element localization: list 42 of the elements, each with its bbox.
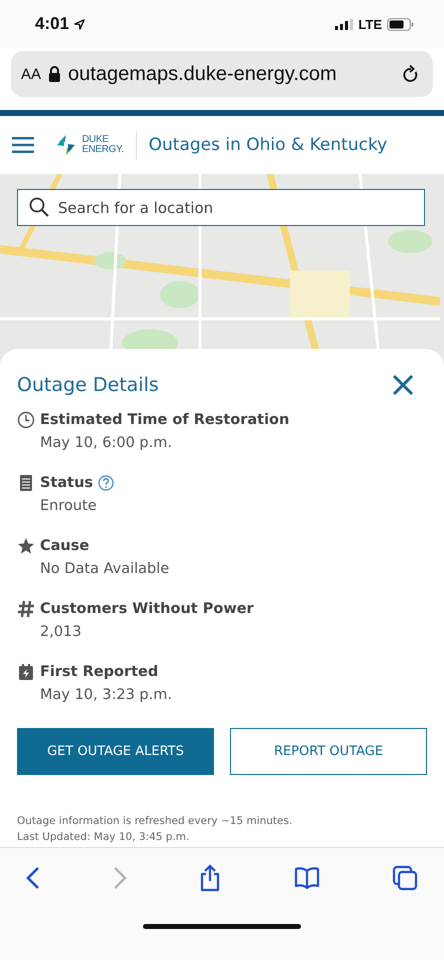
page-title: Outages in Ohio & Kentucky — [148, 135, 388, 155]
detail-label: Status — [40, 475, 94, 491]
detail-value: May 10, 3:23 p.m. — [39, 687, 173, 703]
clock-icon — [17, 411, 35, 429]
clock-time: 4:01 — [35, 14, 70, 34]
search-field[interactable]: Search for a location — [17, 189, 425, 226]
location-arrow-icon — [74, 18, 86, 30]
detail-value: May 10, 6:00 p.m. — [39, 435, 173, 451]
reload-icon[interactable] — [402, 64, 420, 84]
footnote-text: Last Updated: May 10, 3:45 p.m. — [17, 831, 190, 843]
back-icon[interactable] — [26, 866, 40, 890]
signal-icon — [335, 18, 354, 30]
logo-icon — [56, 134, 76, 156]
report-button[interactable]: REPORT OUTAGE — [230, 728, 427, 775]
detail-label: Estimated Time of Restoration — [40, 412, 290, 428]
logo-wordmark: DUKE ENERGY. — [82, 135, 124, 155]
hash-icon — [17, 600, 35, 618]
star-icon — [17, 537, 35, 555]
battery-icon — [387, 18, 414, 30]
url-text: outagemaps.duke-energy.com — [68, 62, 338, 86]
detail-value: 2,013 — [39, 624, 83, 640]
alerts-button[interactable]: GET OUTAGE ALERTS — [17, 728, 214, 775]
address-bar[interactable]: AA outagemaps.duke-energy.com — [11, 51, 433, 97]
book-icon[interactable] — [294, 867, 320, 889]
detail-label: First Reported — [40, 664, 158, 680]
detail-value: No Data Available — [39, 561, 170, 577]
help-icon[interactable] — [98, 475, 114, 491]
document-icon — [17, 474, 35, 492]
detail-label: Cause — [40, 538, 90, 554]
footnote-text: Outage information is refreshed every ~15 minutes. — [17, 815, 294, 827]
calendar-icon — [17, 663, 35, 681]
detail-value: Enroute — [39, 498, 98, 514]
lock-icon — [48, 66, 62, 82]
detail-label: Customers Without Power — [40, 601, 254, 617]
share-icon[interactable] — [199, 864, 221, 892]
network-label: LTE — [358, 16, 382, 32]
search-icon — [29, 197, 49, 217]
panel-title: Outage Details — [17, 374, 159, 396]
tabs-icon[interactable] — [392, 865, 418, 891]
menu-icon[interactable] — [12, 137, 34, 153]
close-icon[interactable] — [392, 374, 414, 396]
text-size-button[interactable]: AA — [21, 66, 42, 82]
